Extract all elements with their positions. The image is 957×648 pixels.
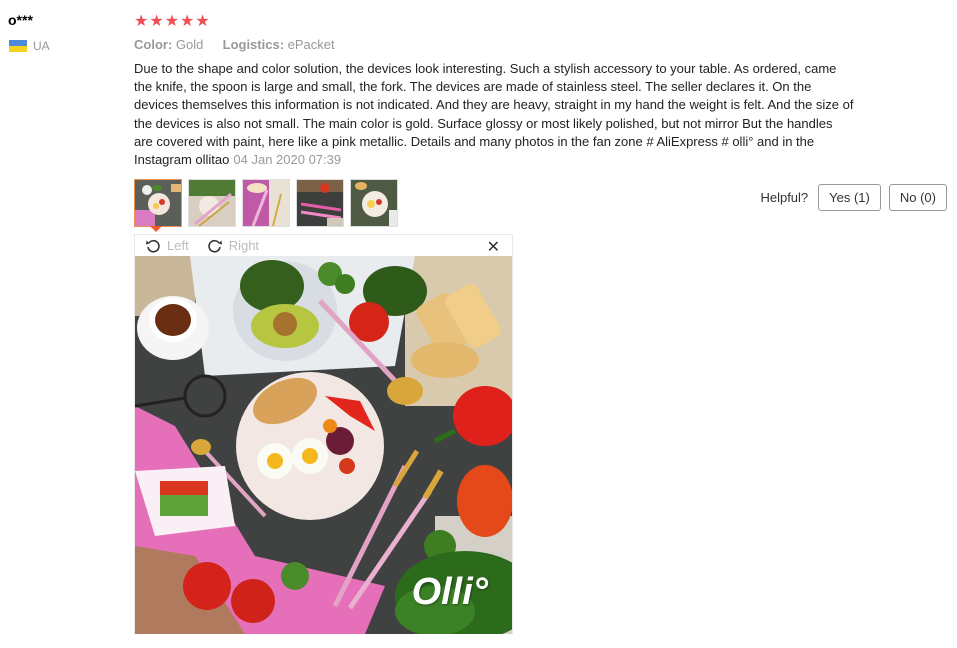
- star-icon: ★: [149, 13, 164, 30]
- rotate-left-icon: [146, 239, 160, 253]
- thumbnail-photo-5[interactable]: [350, 179, 398, 227]
- thumbnail-photo-4[interactable]: [296, 179, 344, 227]
- star-icon: ★: [134, 13, 149, 30]
- reviewer-country: UA: [9, 39, 50, 53]
- reviewer-name: o***: [8, 12, 33, 28]
- helpful-vote: Helpful? Yes (1) No (0): [760, 184, 947, 211]
- rotate-left-label: Left: [167, 238, 189, 253]
- order-info: Color: Gold Logistics: ePacket: [134, 37, 335, 52]
- rating-stars: ★ ★ ★ ★ ★: [134, 11, 210, 31]
- logistics-value: ePacket: [287, 37, 335, 52]
- star-icon: ★: [195, 13, 210, 30]
- active-thumbnail-indicator: [150, 226, 162, 232]
- close-icon[interactable]: ✕: [487, 237, 500, 257]
- star-icon: ★: [164, 13, 180, 30]
- star-icon: ★: [180, 13, 195, 30]
- rotate-right-button[interactable]: Right: [207, 238, 259, 254]
- country-code: UA: [33, 39, 50, 53]
- helpful-label: Helpful?: [760, 190, 809, 205]
- ukraine-flag-icon: [9, 40, 27, 52]
- thumbnail-photo-1[interactable]: [134, 179, 182, 227]
- rotate-right-label: Right: [228, 238, 260, 253]
- photo-watermark: Olli°: [411, 571, 488, 613]
- helpful-no-button[interactable]: No (0): [888, 184, 947, 211]
- helpful-yes-button[interactable]: Yes (1): [818, 184, 881, 211]
- rotate-left-button[interactable]: Left: [145, 238, 189, 254]
- photo-viewer: Left Right ✕ Olli°: [134, 234, 513, 634]
- review-date: 04 Jan 2020 07:39: [233, 152, 342, 168]
- color-label: Color:: [134, 37, 173, 52]
- review-body: Due to the shape and color solution, the…: [134, 60, 854, 169]
- logistics-label: Logistics:: [222, 37, 285, 52]
- color-value: Gold: [175, 37, 204, 52]
- viewer-toolbar: Left Right ✕: [135, 235, 512, 256]
- rotate-right-icon: [207, 239, 222, 253]
- review-photo: Olli°: [135, 256, 512, 634]
- thumbnail-photo-3[interactable]: [242, 179, 290, 227]
- photo-thumbnails: [134, 179, 398, 227]
- thumbnail-photo-2[interactable]: [188, 179, 236, 227]
